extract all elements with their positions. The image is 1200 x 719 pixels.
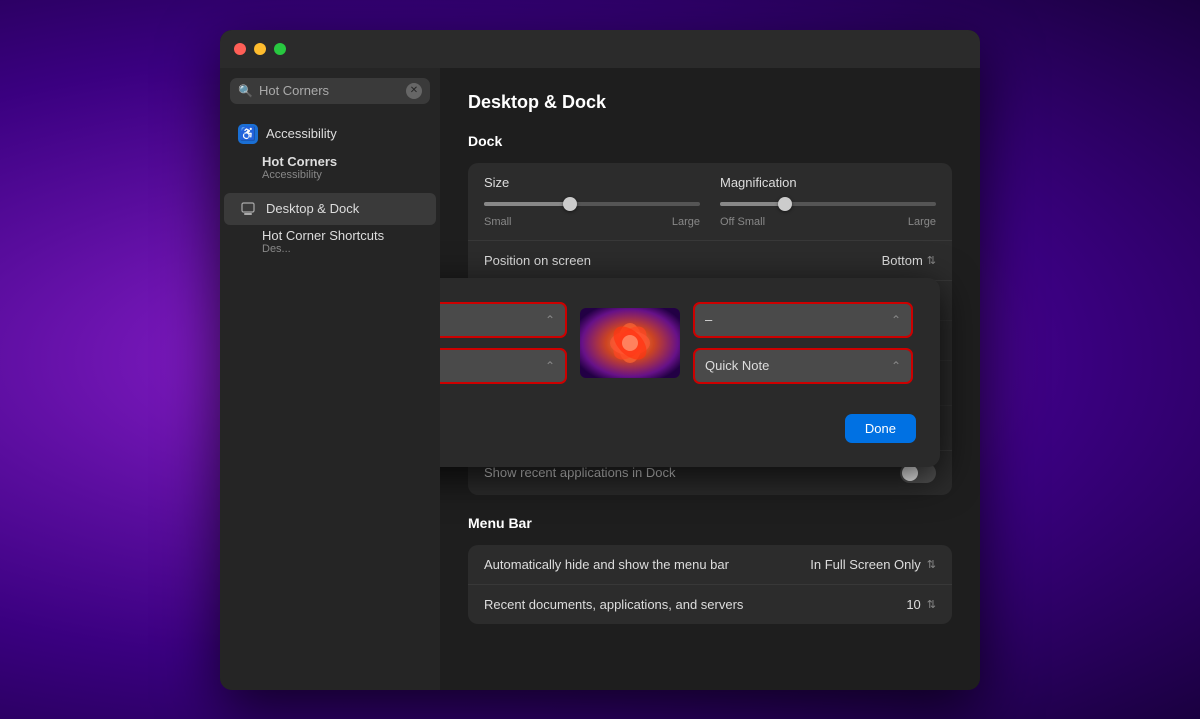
top-right-value: – xyxy=(705,312,712,327)
magnification-labels: Off Small Large xyxy=(720,216,936,228)
magnification-off-label: Off Small xyxy=(720,216,765,228)
top-right-arrow-icon: ⌃ xyxy=(891,313,901,327)
size-slider-block: Size Small Large xyxy=(484,175,700,228)
top-right-corner-dropdown[interactable]: – ⌃ xyxy=(693,302,913,338)
bottom-left-corner-dropdown[interactable]: – ⌃ xyxy=(440,348,567,384)
show-recent-knob xyxy=(902,465,918,481)
top-left-corner-dropdown[interactable]: – ⌃ xyxy=(440,302,567,338)
search-bar[interactable]: 🔍 Hot Corners ✕ xyxy=(230,78,430,104)
popup-done-row: Done xyxy=(440,414,916,443)
size-fill xyxy=(484,202,570,206)
recent-docs-row: Recent documents, applications, and serv… xyxy=(468,585,952,624)
sliders-container: Size Small Large xyxy=(484,175,936,228)
magnification-slider[interactable] xyxy=(720,196,936,212)
sidebar-item-accessibility[interactable]: ♿ Accessibility xyxy=(224,118,436,150)
main-content: Desktop & Dock Dock Size xyxy=(440,68,980,690)
bottom-right-arrow-icon: ⌃ xyxy=(891,359,901,373)
hot-corners-grid: – ⌃ xyxy=(440,302,916,394)
magnification-track xyxy=(720,202,936,206)
bottom-right-corner-dropdown[interactable]: Quick Note ⌃ xyxy=(693,348,913,384)
sidebar-section-desktop: Desktop & Dock Hot Corner Shortcuts Des.… xyxy=(220,189,440,262)
size-small-label: Small xyxy=(484,216,512,228)
magnification-fill xyxy=(720,202,785,206)
show-recent-label: Show recent applications in Dock xyxy=(484,465,900,480)
position-row: Position on screen Bottom ⇅ xyxy=(468,241,952,281)
screen-preview-svg xyxy=(580,308,680,378)
hot-corner-shortcuts-label: Hot Corner Shortcuts xyxy=(262,228,426,243)
magnification-label: Magnification xyxy=(720,175,936,190)
size-large-label: Large xyxy=(672,216,700,228)
sidebar-accessibility-label: Accessibility xyxy=(266,126,337,141)
sidebar-subitem-hot-corners[interactable]: Hot Corners Accessibility xyxy=(220,150,440,185)
menu-bar-title: Menu Bar xyxy=(468,515,952,531)
position-value: Bottom xyxy=(882,253,923,268)
accessibility-icon: ♿ xyxy=(238,124,258,144)
sidebar-item-desktop-dock[interactable]: Desktop & Dock xyxy=(224,193,436,225)
recent-docs-value: 10 xyxy=(906,597,920,612)
size-label: Size xyxy=(484,175,700,190)
search-icon: 🔍 xyxy=(238,84,253,98)
dock-section-title: Dock xyxy=(468,133,952,149)
recent-docs-stepper: ⇅ xyxy=(927,598,936,611)
hot-corner-shortcuts-sublabel: Des... xyxy=(262,243,426,255)
auto-hide-stepper: ⇅ xyxy=(927,558,936,571)
screen-preview xyxy=(580,308,680,378)
magnification-large-label: Large xyxy=(908,216,936,228)
size-track xyxy=(484,202,700,206)
minimize-button[interactable] xyxy=(254,43,266,55)
sidebar-section-accessibility: ♿ Accessibility Hot Corners Accessibilit… xyxy=(220,114,440,189)
position-stepper-icon: ⇅ xyxy=(927,254,936,267)
bottom-right-value: Quick Note xyxy=(705,358,769,373)
titlebar xyxy=(220,30,980,68)
hot-corners-popup: – ⌃ xyxy=(440,278,940,467)
bottom-left-arrow-icon: ⌃ xyxy=(545,359,555,373)
auto-hide-right: In Full Screen Only ⇅ xyxy=(810,557,936,572)
size-row: Size Small Large xyxy=(468,163,952,241)
done-button[interactable]: Done xyxy=(845,414,916,443)
size-thumb[interactable] xyxy=(563,197,577,211)
auto-hide-value: In Full Screen Only xyxy=(810,557,921,572)
close-button[interactable] xyxy=(234,43,246,55)
sidebar-desktop-label: Desktop & Dock xyxy=(266,201,359,216)
size-labels: Small Large xyxy=(484,216,700,228)
window-body: 🔍 Hot Corners ✕ ♿ Accessibility Hot Corn… xyxy=(220,68,980,690)
top-left-arrow-icon: ⌃ xyxy=(545,313,555,327)
size-slider[interactable] xyxy=(484,196,700,212)
auto-hide-label: Automatically hide and show the menu bar xyxy=(484,557,810,572)
desktop-dock-icon xyxy=(238,199,258,219)
auto-hide-row: Automatically hide and show the menu bar… xyxy=(468,545,952,585)
search-clear-button[interactable]: ✕ xyxy=(406,83,422,99)
main-window: 🔍 Hot Corners ✕ ♿ Accessibility Hot Corn… xyxy=(220,30,980,690)
recent-docs-right: 10 ⇅ xyxy=(906,597,936,612)
maximize-button[interactable] xyxy=(274,43,286,55)
page-title: Desktop & Dock xyxy=(468,92,952,113)
search-input[interactable]: Hot Corners xyxy=(259,83,400,98)
sidebar: 🔍 Hot Corners ✕ ♿ Accessibility Hot Corn… xyxy=(220,68,440,690)
recent-docs-label: Recent documents, applications, and serv… xyxy=(484,597,906,612)
magnification-thumb[interactable] xyxy=(778,197,792,211)
menu-bar-settings-group: Automatically hide and show the menu bar… xyxy=(468,545,952,624)
hot-corners-sub-sublabel: Accessibility xyxy=(262,169,426,181)
position-value-container[interactable]: Bottom ⇅ xyxy=(882,253,936,268)
magnification-slider-block: Magnification Off Small Large xyxy=(720,175,936,228)
sidebar-subitem-hot-corner-shortcuts[interactable]: Hot Corner Shortcuts Des... xyxy=(220,225,440,258)
hot-corners-sub-label: Hot Corners xyxy=(262,154,426,169)
position-label: Position on screen xyxy=(484,253,882,268)
